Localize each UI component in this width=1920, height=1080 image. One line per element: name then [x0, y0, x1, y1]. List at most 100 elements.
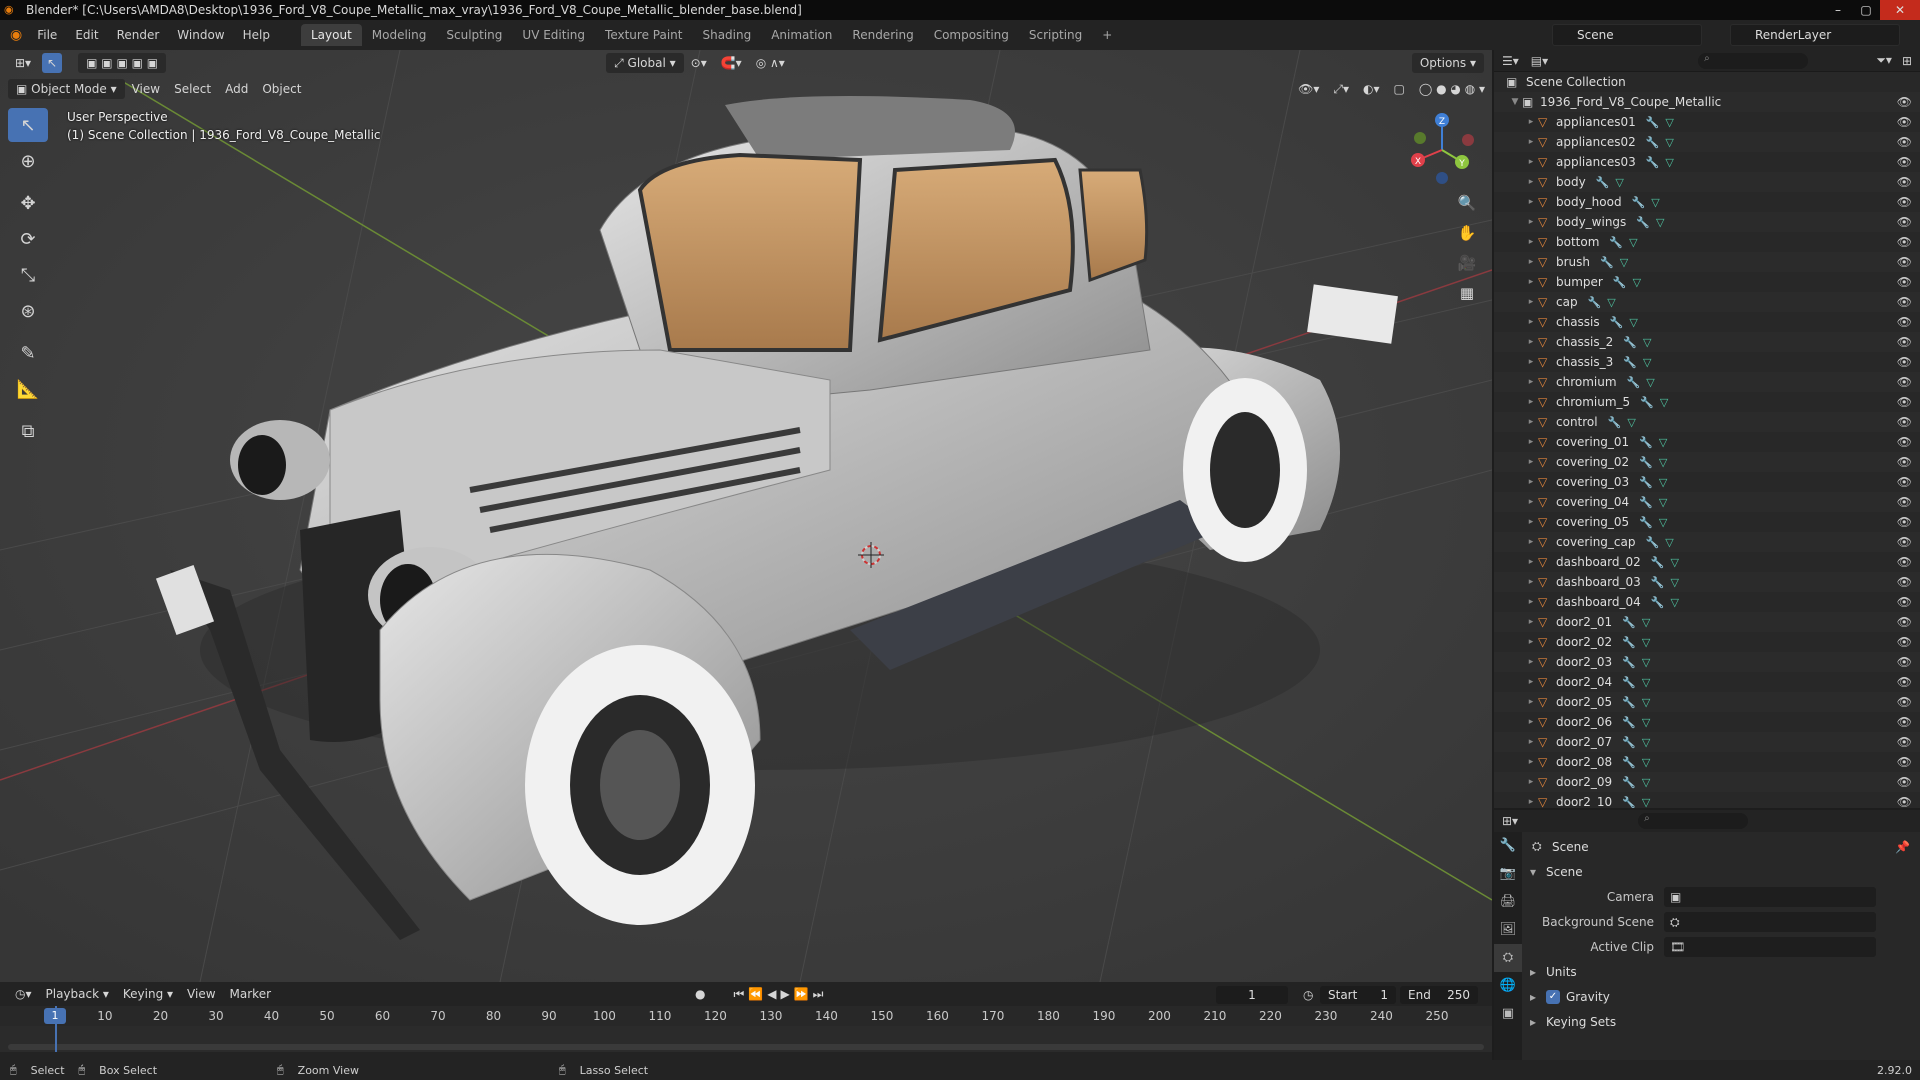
mesh-data-icon[interactable]: ▽ [1656, 216, 1664, 229]
modifier-wrench-icon[interactable]: 🔧 [1622, 756, 1636, 769]
scene-selector[interactable]: Scene [1552, 24, 1702, 46]
view-layer-tab-icon[interactable]: 🖼 [1494, 916, 1522, 944]
modifier-wrench-icon[interactable]: 🔧 [1622, 796, 1636, 809]
maximize-button[interactable]: ▢ [1852, 0, 1880, 20]
eye-icon[interactable]: 👁 [1897, 115, 1912, 129]
outliner-object-row[interactable]: ▸ ▽ door2_05 🔧 ▽ 👁 [1494, 692, 1920, 712]
active-clip-field[interactable]: 🎞 [1664, 936, 1876, 957]
expand-arrow-icon[interactable]: ▸ [1524, 797, 1538, 807]
outliner-object-row[interactable]: ▸ ▽ door2_09 🔧 ▽ 👁 [1494, 772, 1920, 792]
mesh-data-icon[interactable]: ▽ [1642, 756, 1650, 769]
modifier-wrench-icon[interactable]: 🔧 [1639, 476, 1653, 489]
menu-edit[interactable]: Edit [66, 20, 107, 50]
units-panel-header[interactable]: ▸ Units [1524, 959, 1920, 984]
eye-icon[interactable]: 👁 [1897, 435, 1912, 449]
zoom-icon[interactable]: 🔍 [1454, 190, 1480, 216]
outliner-object-row[interactable]: ▸ ▽ chassis_3 🔧 ▽ 👁 [1494, 352, 1920, 372]
mesh-data-icon[interactable]: ▽ [1660, 396, 1668, 409]
tab-layout[interactable]: Layout [300, 24, 362, 46]
eye-icon[interactable]: 👁 [1897, 715, 1912, 729]
close-button[interactable]: ✕ [1880, 0, 1920, 20]
collection-row[interactable]: ▼ ▣ 1936_Ford_V8_Coupe_Metallic 👁 [1494, 92, 1920, 112]
modifier-wrench-icon[interactable]: 🔧 [1646, 116, 1660, 129]
eye-icon[interactable]: 👁 [1897, 235, 1912, 249]
expand-arrow-icon[interactable]: ▸ [1524, 437, 1538, 447]
eye-icon[interactable]: 👁 [1897, 155, 1912, 169]
modifier-wrench-icon[interactable]: 🔧 [1645, 536, 1659, 549]
outliner-object-row[interactable]: ▸ ▽ bumper 🔧 ▽ 👁 [1494, 272, 1920, 292]
modifier-wrench-icon[interactable]: 🔧 [1622, 636, 1636, 649]
expand-arrow-icon[interactable]: ▸ [1524, 297, 1538, 307]
expand-arrow-icon[interactable]: ▸ [1524, 237, 1538, 247]
playback-controls[interactable]: ⏮⏪◀▶⏩⏭ [727, 984, 835, 1004]
select-box-tool-icon[interactable]: ↖ [8, 108, 48, 142]
outliner-object-row[interactable]: ▸ ▽ door2_03 🔧 ▽ 👁 [1494, 652, 1920, 672]
menu-view[interactable]: View [125, 79, 167, 99]
object-tab-icon[interactable]: ▣ [1494, 1000, 1522, 1028]
3d-viewport[interactable]: Z X Y [0, 50, 1492, 982]
transform-tool-icon[interactable]: ⊛ [8, 294, 48, 328]
outliner-object-row[interactable]: ▸ ▽ body 🔧 ▽ 👁 [1494, 172, 1920, 192]
modifier-wrench-icon[interactable]: 🔧 [1651, 576, 1665, 589]
outliner-object-row[interactable]: ▸ ▽ door2_02 🔧 ▽ 👁 [1494, 632, 1920, 652]
new-collection-icon[interactable]: ⊞ [1902, 54, 1912, 68]
expand-arrow-icon[interactable]: ▸ [1524, 557, 1538, 567]
expand-arrow-icon[interactable]: ▸ [1524, 397, 1538, 407]
outliner-object-row[interactable]: ▸ ▽ covering_cap 🔧 ▽ 👁 [1494, 532, 1920, 552]
outliner-object-row[interactable]: ▸ ▽ covering_02 🔧 ▽ 👁 [1494, 452, 1920, 472]
menu-object[interactable]: Object [255, 79, 308, 99]
modifier-wrench-icon[interactable]: 🔧 [1622, 696, 1636, 709]
expand-arrow-icon[interactable]: ▸ [1524, 317, 1538, 327]
ortho-toggle-icon[interactable]: ▦ [1454, 280, 1480, 306]
background-scene-field[interactable]: ⛭ [1664, 911, 1876, 932]
modifier-wrench-icon[interactable]: 🔧 [1613, 276, 1627, 289]
pin-icon[interactable]: 📌 [1895, 840, 1910, 854]
mesh-data-icon[interactable]: ▽ [1659, 456, 1667, 469]
outliner-object-row[interactable]: ▸ ▽ bottom 🔧 ▽ 👁 [1494, 232, 1920, 252]
modifier-wrench-icon[interactable]: 🔧 [1627, 376, 1641, 389]
render-layer-selector[interactable]: RenderLayer [1730, 24, 1900, 46]
expand-arrow-icon[interactable]: ▸ [1524, 337, 1538, 347]
mesh-data-icon[interactable]: ▽ [1670, 576, 1678, 589]
tab-scripting[interactable]: Scripting [1019, 24, 1092, 46]
mesh-data-icon[interactable]: ▽ [1643, 336, 1651, 349]
expand-arrow-icon[interactable]: ▸ [1524, 177, 1538, 187]
outliner-object-row[interactable]: ▸ ▽ covering_05 🔧 ▽ 👁 [1494, 512, 1920, 532]
mesh-data-icon[interactable]: ▽ [1642, 696, 1650, 709]
outliner-object-row[interactable]: ▸ ▽ door2_10 🔧 ▽ 👁 [1494, 792, 1920, 808]
modifier-wrench-icon[interactable]: 🔧 [1622, 716, 1636, 729]
menu-file[interactable]: File [28, 20, 66, 50]
mesh-data-icon[interactable]: ▽ [1659, 476, 1667, 489]
menu-add[interactable]: Add [218, 79, 255, 99]
modifier-wrench-icon[interactable]: 🔧 [1622, 616, 1636, 629]
eye-icon[interactable]: 👁 [1897, 135, 1912, 149]
overlay-toggle-icon[interactable]: ◐▾ [1356, 79, 1387, 99]
eye-icon[interactable]: 👁 [1897, 375, 1912, 389]
minimize-button[interactable]: – [1824, 0, 1852, 20]
outliner-object-row[interactable]: ▸ ▽ covering_01 🔧 ▽ 👁 [1494, 432, 1920, 452]
outliner-object-row[interactable]: ▸ ▽ appliances03 🔧 ▽ 👁 [1494, 152, 1920, 172]
eye-icon[interactable]: 👁 [1897, 355, 1912, 369]
outliner-object-row[interactable]: ▸ ▽ chassis_2 🔧 ▽ 👁 [1494, 332, 1920, 352]
timeline-editor-icon[interactable]: ◷▾ [8, 984, 39, 1004]
tab-uv-editing[interactable]: UV Editing [512, 24, 595, 46]
expand-arrow-icon[interactable]: ▸ [1524, 677, 1538, 687]
modifier-wrench-icon[interactable]: 🔧 [1623, 356, 1637, 369]
eye-icon[interactable]: 👁 [1897, 655, 1912, 669]
outliner-object-row[interactable]: ▸ ▽ door2_04 🔧 ▽ 👁 [1494, 672, 1920, 692]
expand-arrow-icon[interactable]: ▸ [1524, 357, 1538, 367]
mesh-data-icon[interactable]: ▽ [1620, 256, 1628, 269]
mesh-data-icon[interactable]: ▽ [1642, 616, 1650, 629]
visibility-icon[interactable]: 👁▾ [1291, 79, 1326, 99]
mesh-data-icon[interactable]: ▽ [1642, 716, 1650, 729]
eye-icon[interactable]: 👁 [1897, 295, 1912, 309]
eye-icon[interactable]: 👁 [1897, 695, 1912, 709]
camera-view-icon[interactable]: 🎥 [1454, 250, 1480, 276]
keying-menu[interactable]: Keying ▾ [116, 984, 180, 1004]
menu-window[interactable]: Window [168, 20, 233, 50]
gizmo-toggle-icon[interactable]: ⤢▾ [1326, 79, 1356, 99]
modifier-wrench-icon[interactable]: 🔧 [1623, 336, 1637, 349]
scene-tab-icon[interactable]: ⛭ [1494, 944, 1522, 972]
mesh-data-icon[interactable]: ▽ [1665, 136, 1673, 149]
outliner-object-row[interactable]: ▸ ▽ cap 🔧 ▽ 👁 [1494, 292, 1920, 312]
